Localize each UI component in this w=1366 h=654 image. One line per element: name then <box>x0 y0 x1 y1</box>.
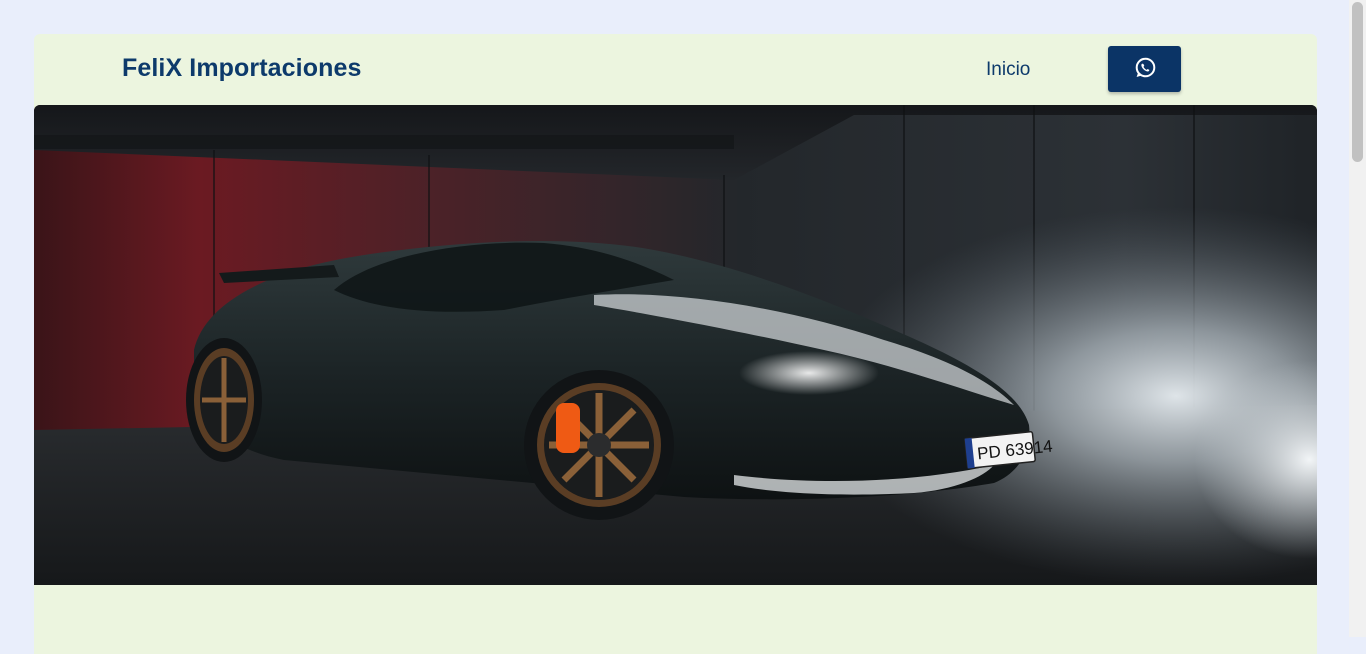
nav-link-inicio[interactable]: Inicio <box>986 59 1030 81</box>
whatsapp-icon <box>1133 56 1157 83</box>
scrollbar-thumb[interactable] <box>1352 2 1363 162</box>
page-scrollbar[interactable] <box>1349 0 1366 637</box>
hero-image: PD 63914 <box>34 105 1317 585</box>
page-container: FeliX Importaciones Inicio PD 63914 <box>34 34 1317 654</box>
brand-logo-text[interactable]: FeliX Importaciones <box>122 54 361 83</box>
whatsapp-button[interactable] <box>1108 46 1181 92</box>
navbar: FeliX Importaciones Inicio <box>34 34 1317 105</box>
